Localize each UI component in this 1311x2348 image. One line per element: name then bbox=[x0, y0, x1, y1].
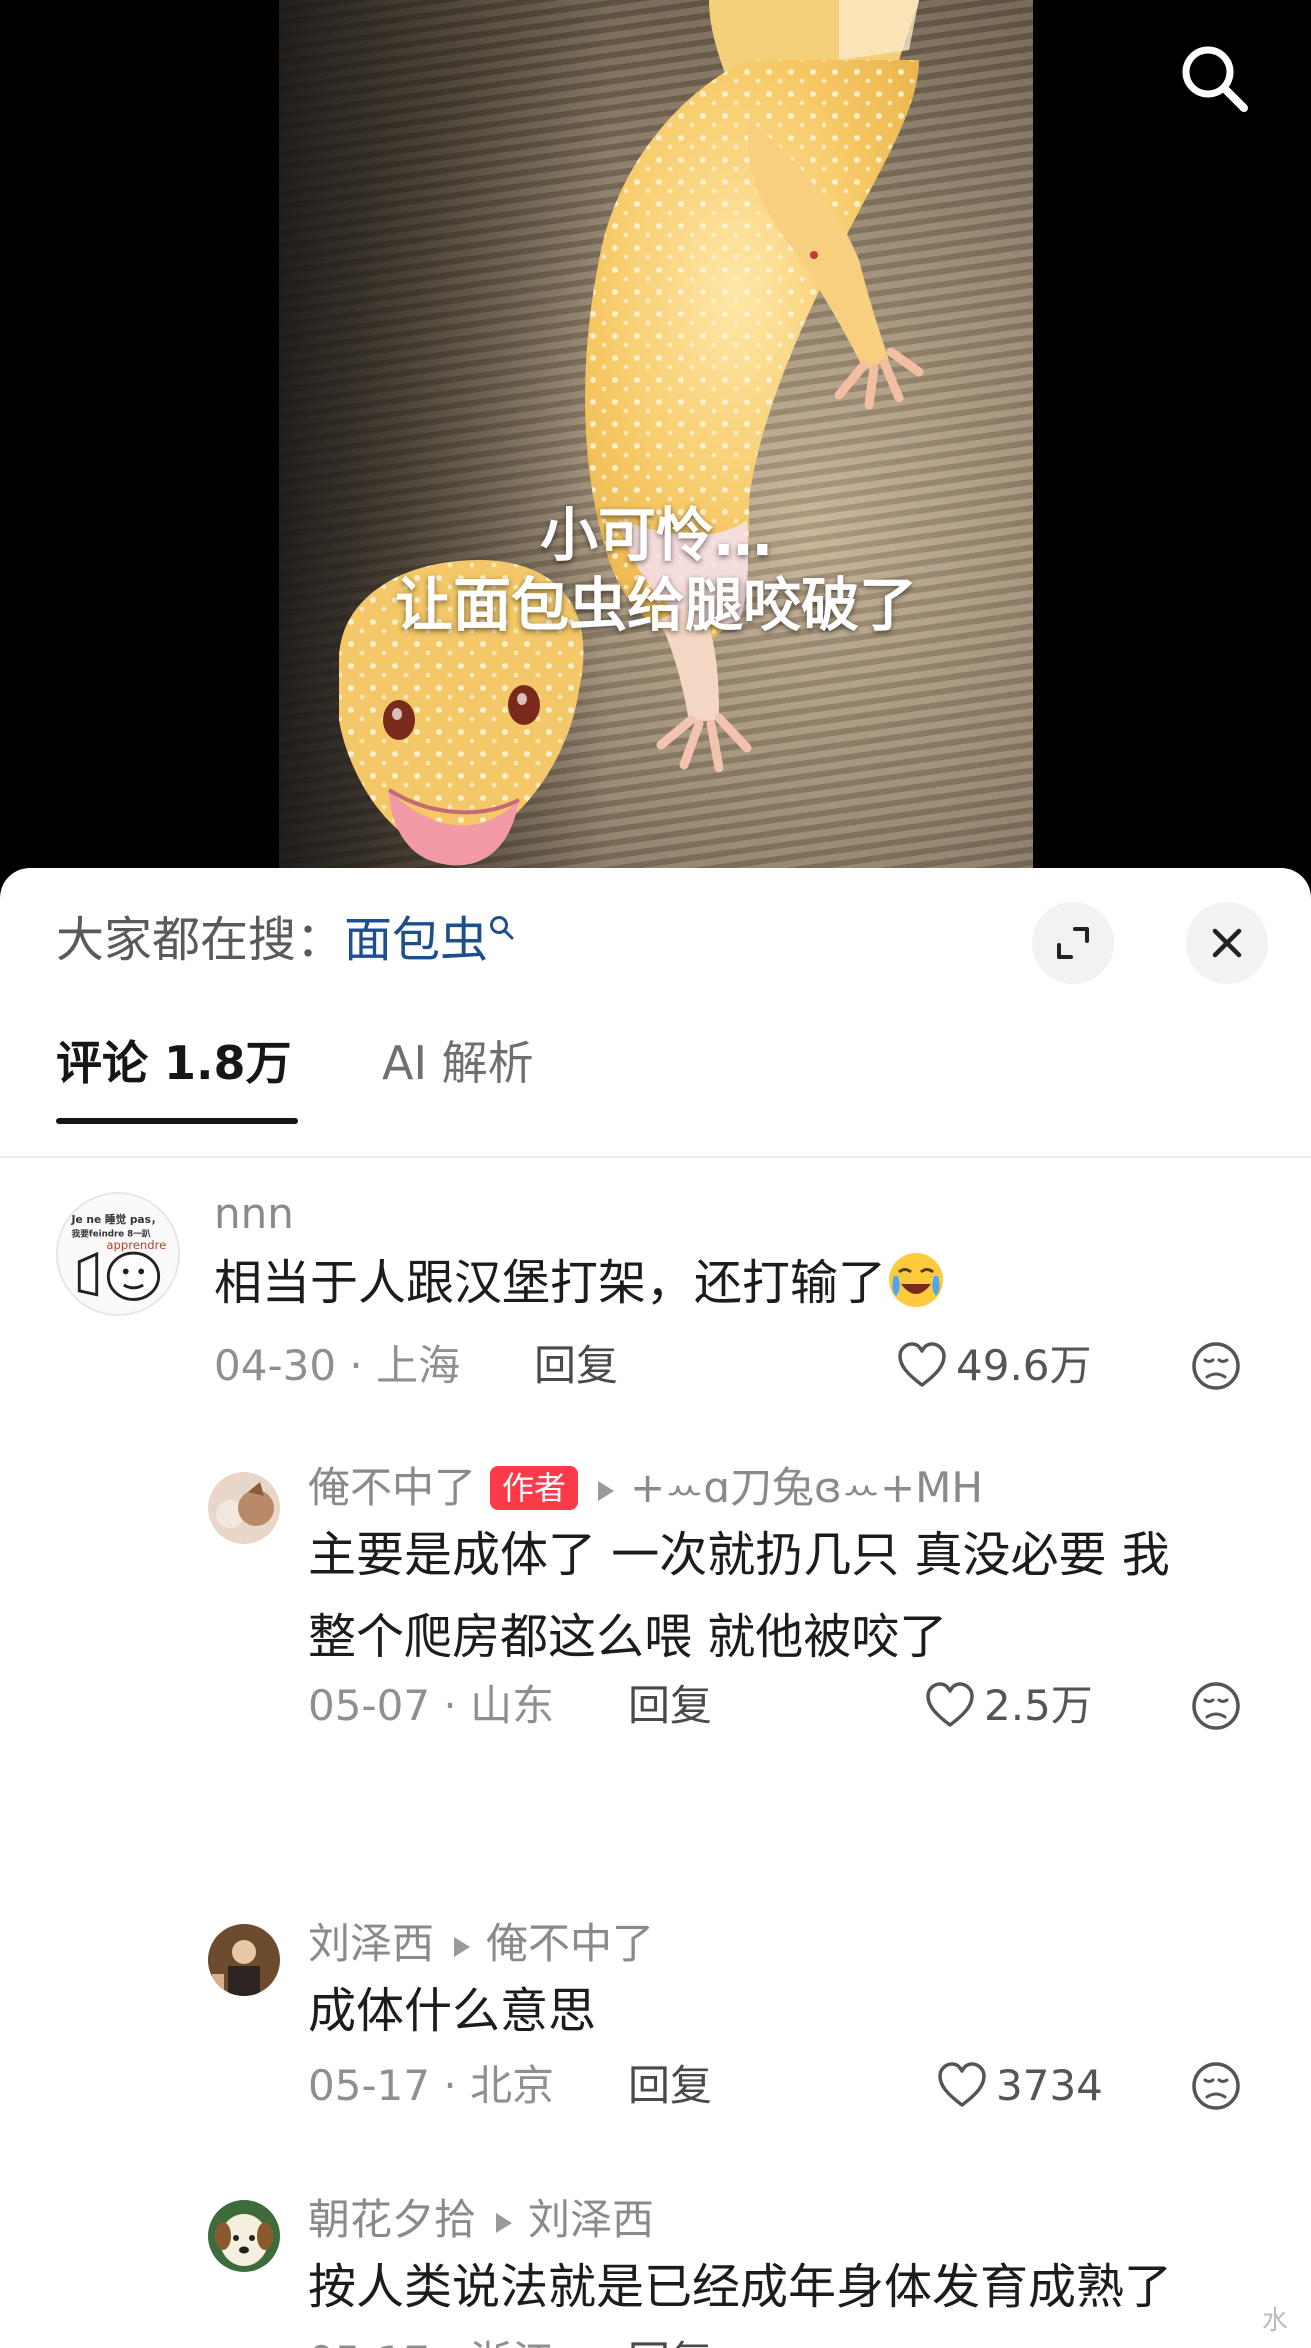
trending-search-keyword[interactable]: 面包虫 bbox=[344, 912, 488, 968]
search-icon bbox=[1182, 46, 1248, 112]
avatar[interactable] bbox=[208, 1472, 280, 1544]
comment-date: 05-07 bbox=[308, 1681, 431, 1730]
comment-meta: 05-07 · 山东 bbox=[308, 1681, 555, 1730]
comment-date: 04-30 bbox=[214, 1341, 337, 1390]
dislike-icon[interactable] bbox=[1190, 1680, 1242, 1732]
comment-sheet: 大家都在搜：面包虫 评论 1.8万 AI 解析 Je ne 睡觉 pas， 我要… bbox=[0, 868, 1311, 2348]
comment-text: 按人类说法就是已经成年身体发育成熟了 bbox=[308, 2259, 1173, 2315]
comment-date: 05-17 bbox=[308, 2337, 430, 2348]
like-count: 2.5万 bbox=[984, 1681, 1093, 1730]
like-count: 49.6万 bbox=[956, 1341, 1092, 1390]
reply-button[interactable]: 回复 bbox=[628, 2060, 712, 2112]
comment-text-line: 主要是成体了 一次就扔几只 真没必要 我 bbox=[308, 1527, 1170, 1583]
username[interactable]: 刘泽西 bbox=[308, 1919, 434, 1968]
comment-text: 主要是成体了 一次就扔几只 真没必要 我 整个爬房都这么喂 就他被咬了 bbox=[308, 1514, 1170, 1678]
gecko-image bbox=[339, 0, 924, 866]
reply-button[interactable]: 回复 bbox=[628, 2336, 712, 2348]
reply-to-username[interactable]: 俺不中了 bbox=[486, 1919, 654, 1968]
expand-icon bbox=[1057, 927, 1089, 959]
like-count: 3734 bbox=[996, 2061, 1103, 2110]
tab-bar: 评论 1.8万 AI 解析 bbox=[0, 1018, 1311, 1126]
crying-laughing-emoji bbox=[889, 1253, 944, 1307]
watermark: 水 bbox=[1262, 2306, 1289, 2336]
caption-line-1: 小可怜… bbox=[539, 501, 772, 569]
author-badge: 作者 bbox=[490, 1465, 579, 1510]
small-search-icon bbox=[490, 916, 514, 940]
avatar-text-1: Je ne 睡觉 pas， bbox=[71, 1213, 162, 1226]
trending-search[interactable]: 大家都在搜：面包虫 bbox=[56, 910, 516, 970]
username[interactable]: 俺不中了 bbox=[308, 1463, 476, 1512]
heart-icon bbox=[926, 1681, 974, 1727]
reply-arrow-icon bbox=[598, 1480, 615, 1501]
heart-icon bbox=[898, 1341, 946, 1387]
comment-location: 北京 bbox=[470, 2061, 555, 2110]
expand-button[interactable] bbox=[1032, 902, 1114, 984]
reply-button[interactable]: 回复 bbox=[534, 1340, 618, 1392]
reply-header: 朝花夕拾 刘泽西 bbox=[308, 2194, 654, 2246]
comment-location: 上海 bbox=[376, 1341, 461, 1390]
close-icon bbox=[1212, 928, 1242, 958]
avatar[interactable]: Je ne 睡觉 pas， 我要feindre 8一趴 apprendre bbox=[56, 1192, 180, 1316]
comment-meta: 04-30 · 上海 bbox=[214, 1341, 461, 1390]
comment-meta: 05-17 · 浙江 bbox=[308, 2336, 554, 2348]
active-tab-indicator bbox=[56, 1118, 298, 1124]
username[interactable]: 朝花夕拾 bbox=[308, 2195, 476, 2244]
comment-location: 山东 bbox=[470, 1681, 555, 1730]
caption-line-2: 让面包虫给腿咬破了 bbox=[394, 571, 917, 639]
video-player[interactable]: 小可怜… 让面包虫给腿咬破了 bbox=[0, 0, 1311, 880]
comment-location: 浙江 bbox=[470, 2337, 554, 2348]
reply-to-username[interactable]: 刘泽西 bbox=[528, 2195, 654, 2244]
comment-text: 成体什么意思 bbox=[308, 1983, 597, 2039]
trending-search-prefix: 大家都在搜： bbox=[56, 912, 345, 968]
comment-text-content: 相当于人跟汉堡打架，还打输了 bbox=[214, 1255, 887, 1311]
reply-to-username[interactable]: +ꕀɑ刀兔ɞꕀ+MH bbox=[630, 1463, 983, 1512]
dislike-icon[interactable] bbox=[1190, 1340, 1242, 1392]
reply-arrow-icon bbox=[454, 1936, 471, 1957]
tab-ai-analysis[interactable]: AI 解析 bbox=[382, 1018, 534, 1126]
avatar[interactable] bbox=[208, 1924, 280, 1996]
like-button[interactable]: 49.6万 bbox=[896, 1340, 1092, 1392]
comment-text-line: 整个爬房都这么喂 就他被咬了 bbox=[308, 1609, 948, 1665]
dislike-icon[interactable] bbox=[1190, 2060, 1242, 2112]
like-button[interactable]: 2.5万 bbox=[924, 1680, 1093, 1732]
avatar[interactable] bbox=[208, 2200, 280, 2272]
reply-arrow-icon bbox=[496, 2212, 513, 2233]
username[interactable]: nnn bbox=[214, 1188, 294, 1240]
search-button[interactable] bbox=[1176, 40, 1252, 116]
comment-text: 相当于人跟汉堡打架，还打输了 bbox=[214, 1242, 946, 1324]
reply-header: 俺不中了 作者 +ꕀɑ刀兔ɞꕀ+MH bbox=[308, 1462, 983, 1514]
reply-button[interactable]: 回复 bbox=[628, 1680, 712, 1732]
video-caption: 小可怜… 让面包虫给腿咬破了 bbox=[279, 500, 1033, 640]
comment-meta: 05-17 · 北京 bbox=[308, 2061, 555, 2110]
tab-comments[interactable]: 评论 1.8万 bbox=[56, 1018, 292, 1126]
heart-icon bbox=[938, 2061, 986, 2107]
like-button[interactable]: 3734 bbox=[936, 2060, 1103, 2112]
avatar-text-3: apprendre bbox=[106, 1238, 166, 1252]
close-button[interactable] bbox=[1186, 902, 1268, 984]
comment-date: 05-17 bbox=[308, 2061, 431, 2110]
video-frame bbox=[279, 0, 1033, 880]
divider bbox=[0, 1156, 1311, 1158]
reply-header: 刘泽西 俺不中了 bbox=[308, 1918, 654, 1970]
